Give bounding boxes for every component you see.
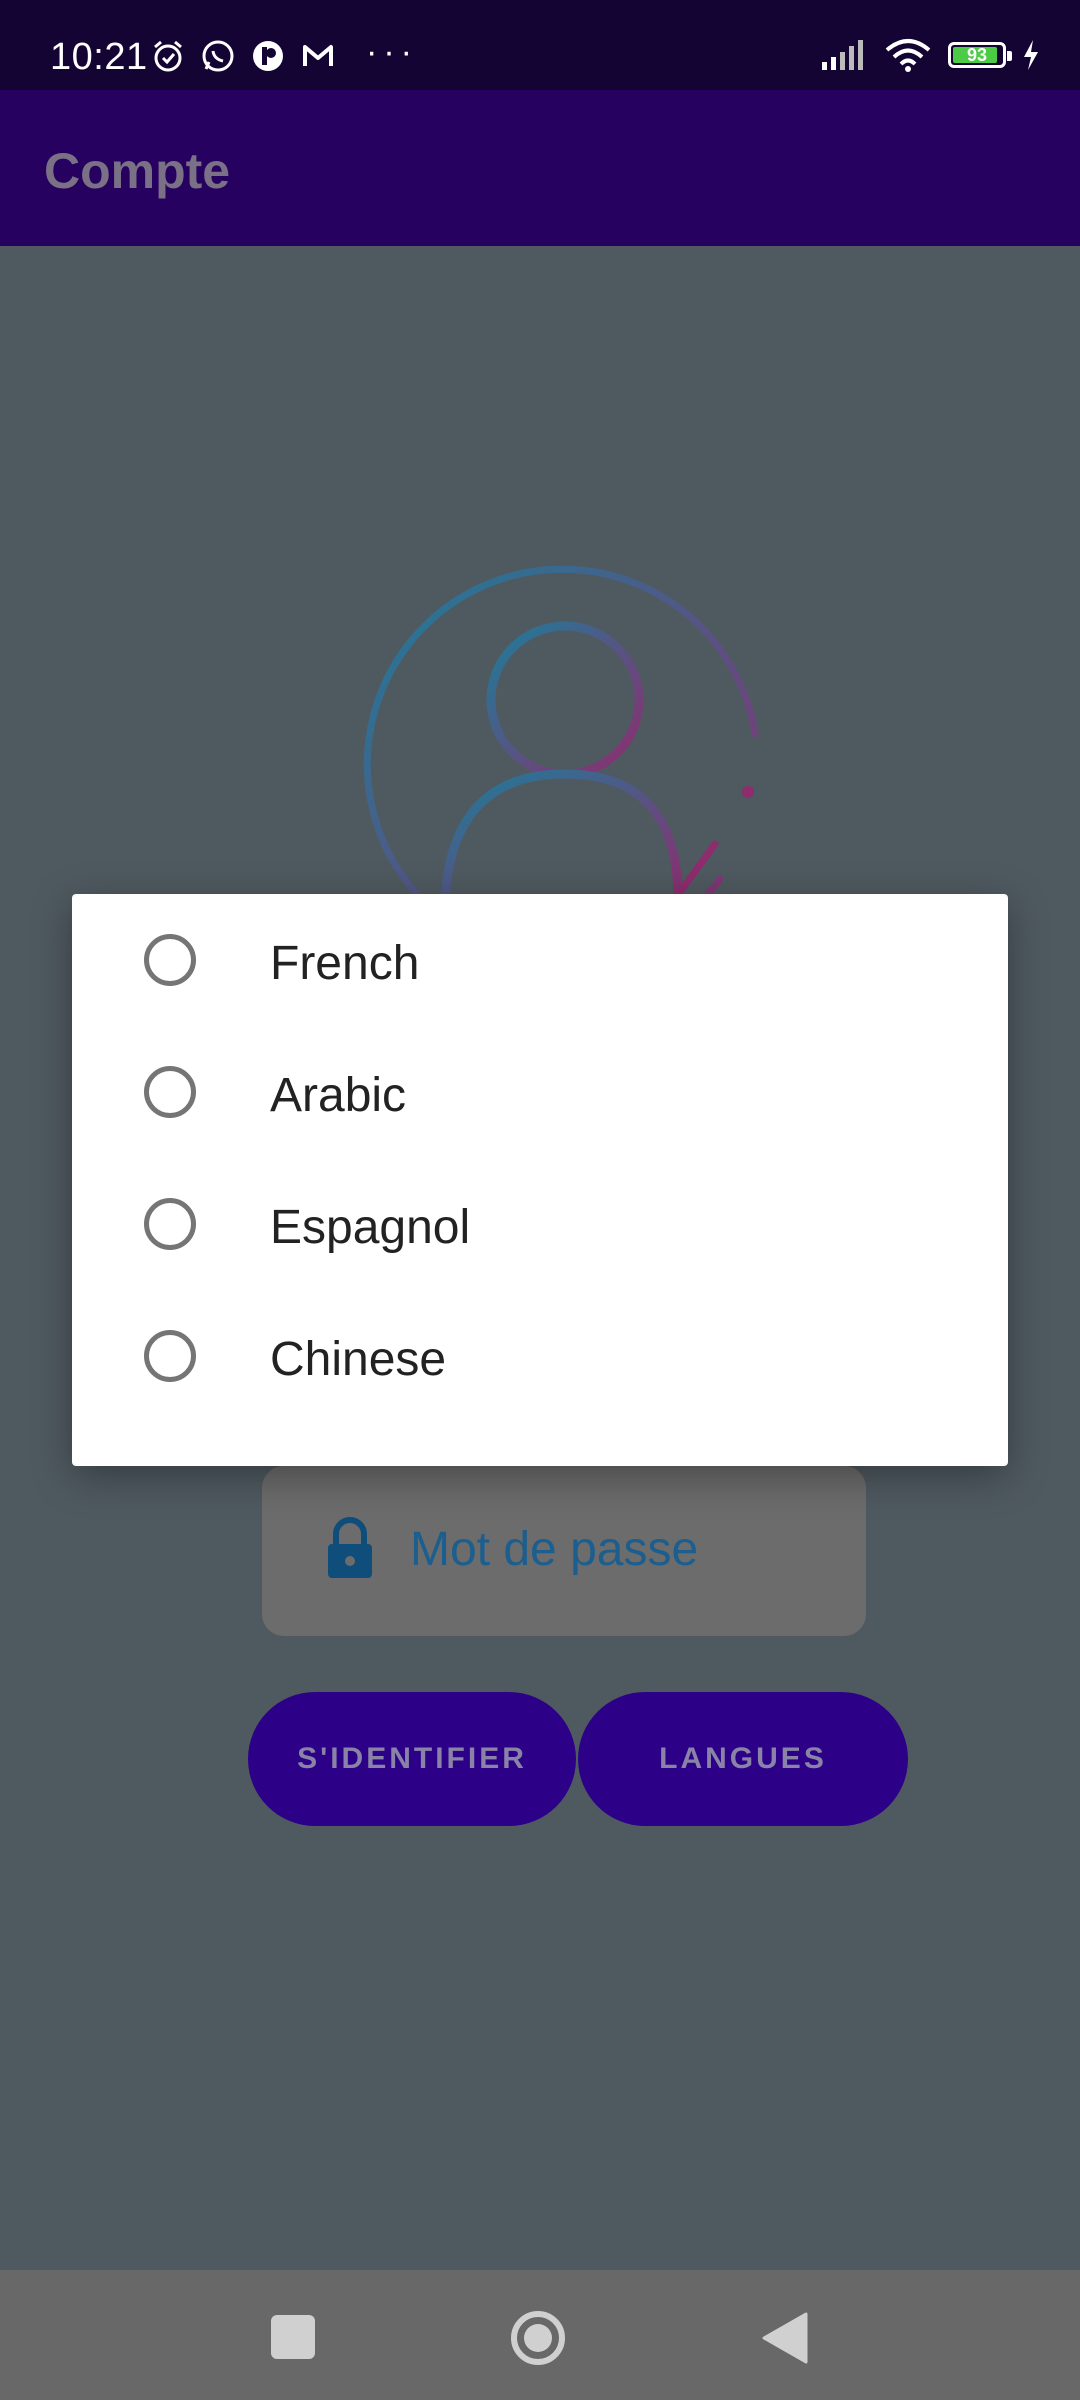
status-bar: 10:21 ··· 93 (0, 0, 1080, 90)
page-title: Compte (44, 143, 231, 199)
alarm-icon (154, 40, 182, 72)
radio-button[interactable] (144, 1198, 196, 1250)
password-placeholder: Mot de passe (410, 1523, 699, 1576)
language-option-label: French (270, 937, 420, 990)
gmail-icon (303, 45, 333, 66)
status-time: 10:21 (50, 36, 148, 78)
language-option-label: Espagnol (270, 1201, 471, 1254)
languages-button[interactable]: LANGUES (578, 1692, 908, 1826)
battery-level: 93 (966, 44, 988, 65)
more-dots-icon: ··· (366, 33, 418, 71)
language-option-french[interactable]: French (72, 894, 1008, 1026)
battery-icon: 93 (948, 42, 1012, 68)
app-bar: Compte (0, 90, 1080, 246)
radio-button[interactable] (144, 934, 196, 986)
charging-icon (1024, 40, 1038, 70)
language-dialog: French Arabic Espagnol Chinese (72, 894, 1008, 1466)
radio-button[interactable] (144, 1330, 196, 1382)
radio-button[interactable] (144, 1066, 196, 1118)
navigation-bar (0, 2270, 1080, 2400)
language-option-espagnol[interactable]: Espagnol (72, 1158, 1008, 1290)
home-icon[interactable] (510, 2310, 566, 2366)
back-icon[interactable] (762, 2312, 808, 2364)
language-option-chinese[interactable]: Chinese (72, 1290, 1008, 1422)
recents-icon[interactable] (271, 2315, 315, 2359)
signal-icon (822, 40, 863, 70)
language-option-arabic[interactable]: Arabic (72, 1026, 1008, 1158)
lock-icon (328, 1517, 372, 1578)
user-avatar-icon (363, 565, 759, 904)
whatsapp-icon (202, 40, 234, 72)
password-field[interactable]: Mot de passe (262, 1466, 866, 1636)
language-option-label: Chinese (270, 1333, 447, 1386)
language-option-label: Arabic (270, 1069, 407, 1122)
app-icon (253, 41, 283, 71)
login-button[interactable]: S'IDENTIFIER (248, 1692, 576, 1826)
wifi-icon (885, 39, 931, 72)
